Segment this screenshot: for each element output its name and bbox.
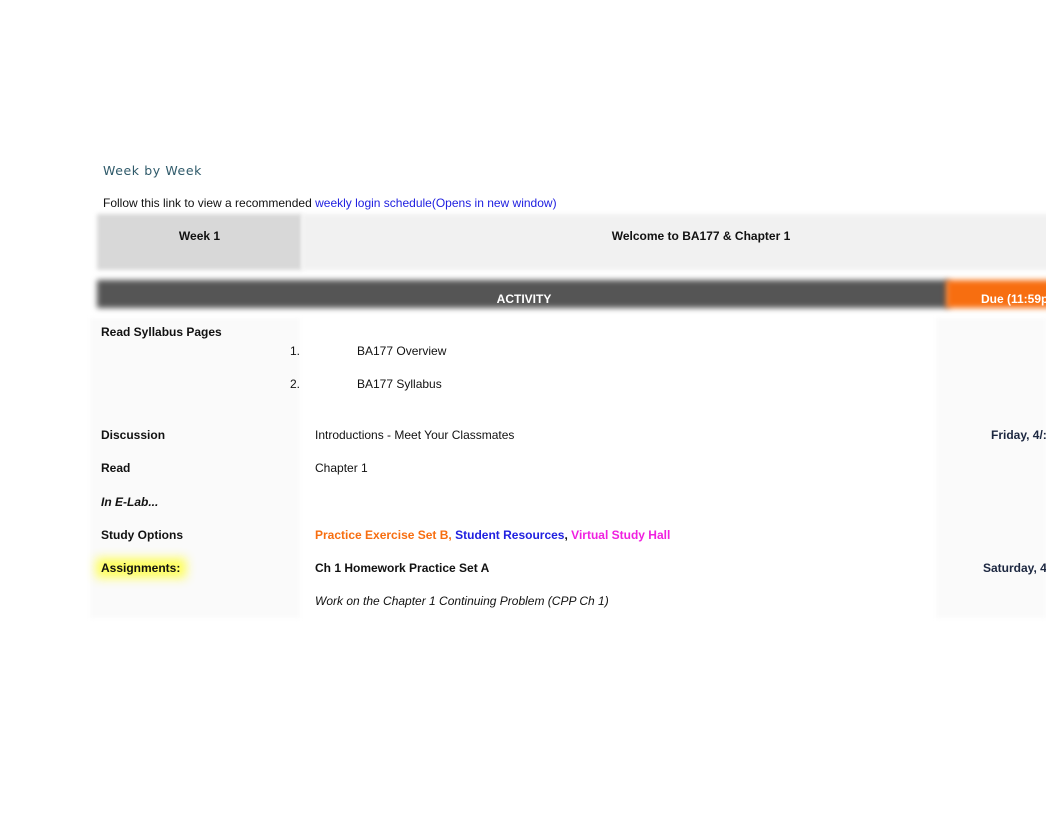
row-label-elab: In E-Lab...	[101, 495, 159, 509]
assignment-due-date: Saturday, 4	[983, 561, 1046, 575]
syllabus-item-overview[interactable]: BA177 Overview	[357, 344, 446, 358]
week-label: Week 1	[178, 229, 221, 243]
week-title: Welcome to BA177 & Chapter 1	[611, 229, 791, 243]
intro-text: Follow this link to view a recommended	[103, 196, 312, 210]
row-label-read-syllabus: Read Syllabus Pages	[101, 325, 222, 339]
separator-comma: ,	[564, 528, 568, 542]
study-options-links: Practice Exercise Set B, Student Resourc…	[315, 528, 670, 542]
page-content: Week by Week Follow this link to view a …	[0, 0, 1046, 822]
virtual-study-hall-link[interactable]: Virtual Study Hall	[571, 528, 670, 542]
row-label-assignments: Assignments:	[101, 561, 181, 575]
row-label-read: Read	[101, 461, 131, 475]
weekly-login-schedule-link[interactable]: weekly login schedule(Opens in new windo…	[315, 196, 556, 210]
discussion-due-date: Friday, 4/:	[991, 428, 1046, 442]
syllabus-item-number: 2.	[290, 377, 301, 391]
due-column-header: Due (11:59p	[981, 292, 1046, 306]
syllabus-item-syllabus[interactable]: BA177 Syllabus	[357, 377, 442, 391]
intro-line: Follow this link to view a recommended w…	[103, 196, 557, 210]
row-label-discussion: Discussion	[101, 428, 166, 442]
assignment-activity[interactable]: Ch 1 Homework Practice Set A	[315, 561, 489, 575]
discussion-activity[interactable]: Introductions - Meet Your Classmates	[315, 428, 514, 442]
assignment-note: Work on the Chapter 1 Continuing Problem…	[315, 594, 609, 608]
activity-column-header: ACTIVITY	[496, 292, 552, 306]
syllabus-item-number: 1.	[290, 344, 301, 358]
practice-exercise-link[interactable]: Practice Exercise Set B,	[315, 528, 452, 542]
section-title: Week by Week	[103, 163, 202, 178]
row-label-study-options: Study Options	[101, 528, 183, 542]
read-activity: Chapter 1	[315, 461, 368, 475]
student-resources-link[interactable]: Student Resources	[455, 528, 564, 542]
